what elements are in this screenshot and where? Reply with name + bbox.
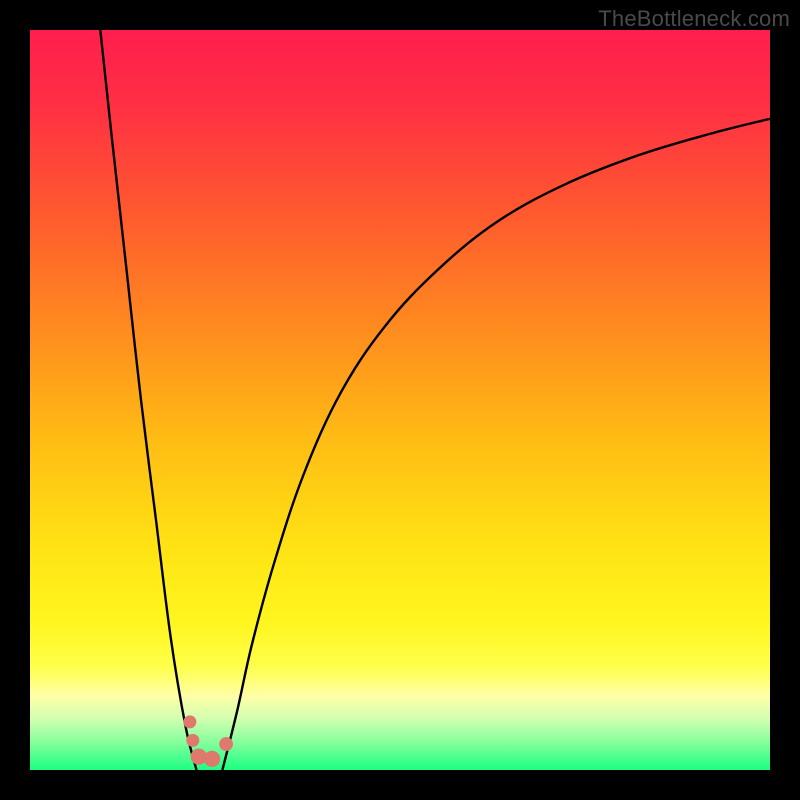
marker-dot: [219, 737, 233, 751]
marker-dot: [204, 751, 220, 767]
marker-dot: [186, 734, 199, 747]
watermark-text: TheBottleneck.com: [598, 6, 790, 32]
chart-frame: TheBottleneck.com: [0, 0, 800, 800]
plot-area: [30, 30, 770, 770]
marker-dot: [183, 715, 196, 728]
chart-svg: [30, 30, 770, 770]
